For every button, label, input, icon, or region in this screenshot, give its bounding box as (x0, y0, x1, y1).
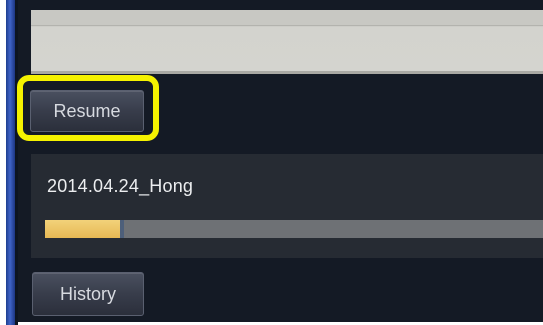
job-progress-marker (119, 220, 124, 238)
job-panel: 2014.04.24_Hong (31, 154, 543, 258)
window-left-accent-bar (6, 0, 15, 325)
job-progress-bar (45, 220, 543, 238)
info-display-panel (31, 10, 543, 74)
history-button[interactable]: History (32, 272, 144, 316)
resume-highlight-annotation (17, 75, 159, 141)
job-progress-fill (45, 220, 120, 238)
print-job-window: Resume 2014.04.24_Hong History (0, 0, 543, 325)
job-name: 2014.04.24_Hong (47, 176, 194, 196)
